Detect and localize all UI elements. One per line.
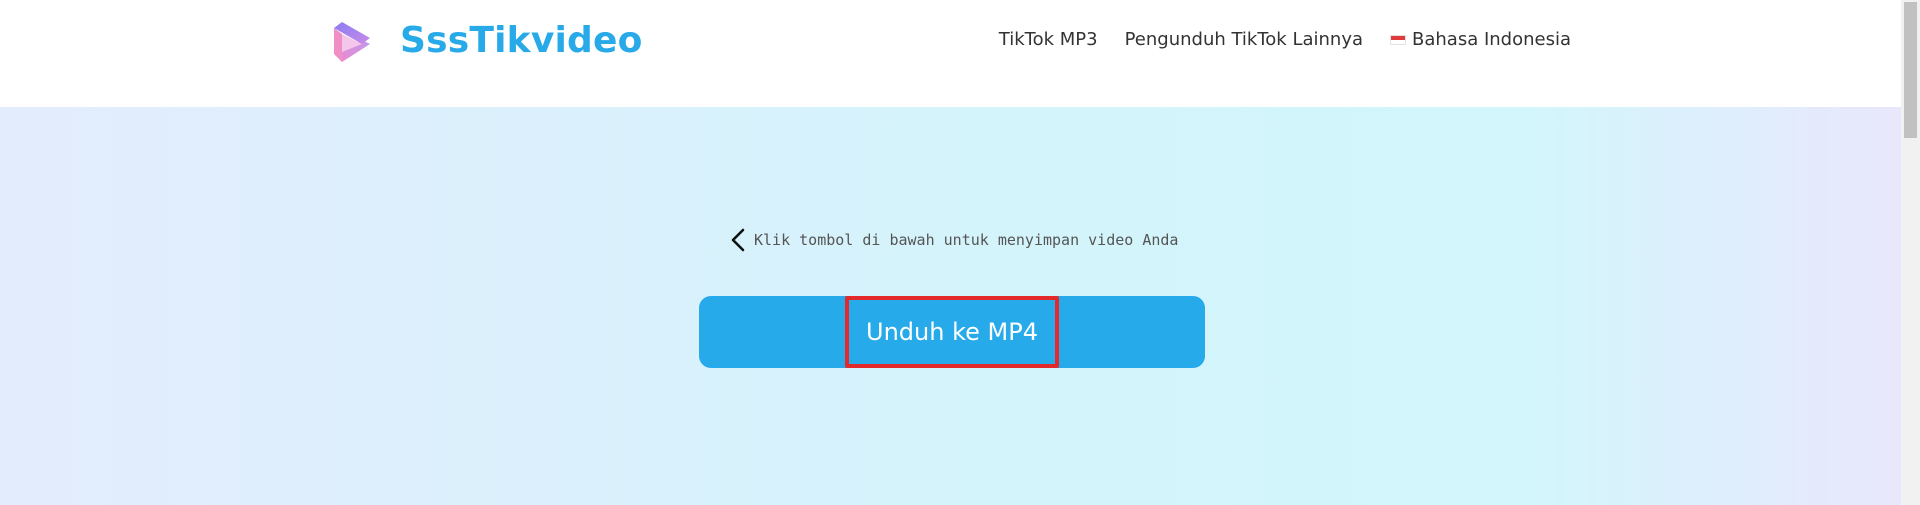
- language-label: Bahasa Indonesia: [1412, 29, 1571, 50]
- download-mp4-button[interactable]: Unduh ke MP4: [845, 296, 1059, 368]
- scrollbar-thumb[interactable]: [1904, 2, 1917, 138]
- site-header: SssTikvideo TikTok MP3 Pengunduh TikTok …: [0, 0, 1901, 107]
- hint-text: Klik tombol di bawah untuk menyimpan vid…: [754, 231, 1179, 249]
- site-logo[interactable]: SssTikvideo: [328, 18, 643, 64]
- download-button-container[interactable]: Unduh ke MP4: [699, 296, 1205, 368]
- nav-link-more-downloaders[interactable]: Pengunduh TikTok Lainnya: [1125, 27, 1363, 53]
- hero-section: Klik tombol di bawah untuk menyimpan vid…: [0, 107, 1901, 505]
- play-logo-icon: [334, 22, 370, 62]
- top-nav: TikTok MP3 Pengunduh TikTok Lainnya Baha…: [999, 27, 1571, 53]
- indonesia-flag-icon: [1390, 35, 1406, 45]
- brand-name: SssTikvideo: [400, 20, 643, 61]
- language-selector[interactable]: Bahasa Indonesia: [1390, 27, 1571, 53]
- nav-link-tiktok-mp3[interactable]: TikTok MP3: [999, 27, 1098, 53]
- download-hint: Klik tombol di bawah untuk menyimpan vid…: [728, 227, 1178, 253]
- vertical-scrollbar[interactable]: [1901, 0, 1920, 505]
- chevron-left-icon: [731, 228, 745, 252]
